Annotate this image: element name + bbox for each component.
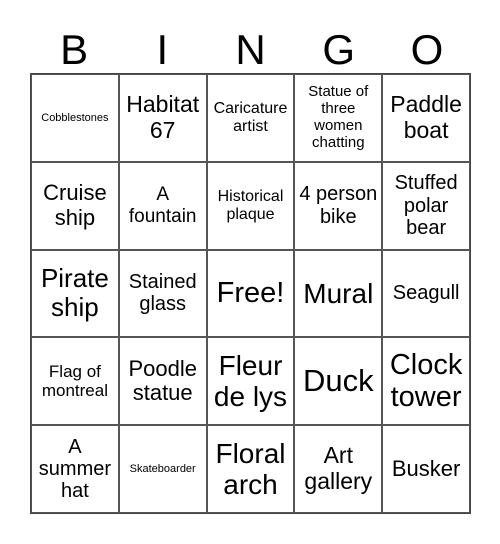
bingo-cell[interactable]: Paddle boat	[382, 74, 470, 162]
bingo-cell[interactable]: 4 person bike	[294, 161, 383, 250]
header-letter-n: N	[235, 26, 266, 73]
bingo-cell[interactable]: Cobblestones	[31, 74, 119, 162]
bingo-cell[interactable]: A summer hat	[31, 425, 119, 513]
cell-label: Flag of montreal	[41, 362, 108, 401]
header-letter-i: I	[156, 26, 169, 73]
bingo-cell[interactable]: Habitat 67	[118, 74, 207, 162]
bingo-cell[interactable]: Flag of montreal	[31, 337, 119, 426]
cell-label: Clock tower	[389, 348, 463, 414]
cell-label: Busker	[391, 455, 461, 481]
bingo-cell[interactable]: Fleur de lys	[206, 337, 295, 426]
bingo-header: B I N G O	[30, 28, 471, 72]
bingo-cell[interactable]: Cruise ship	[31, 161, 119, 250]
cell-label: Pirate ship	[40, 263, 109, 323]
bingo-cell[interactable]: Mural	[294, 249, 383, 338]
bingo-cell[interactable]: Stained glass	[118, 249, 207, 338]
header-letter-o: O	[410, 26, 444, 73]
cell-label: Cruise ship	[43, 180, 107, 230]
header-letter-g: G	[322, 26, 356, 73]
bingo-cell[interactable]: Duck	[294, 337, 383, 426]
bingo-cell[interactable]: Statue of three women chatting	[294, 74, 383, 162]
bingo-cell[interactable]: Busker	[382, 425, 470, 513]
bingo-cell[interactable]: Clock tower	[382, 337, 470, 426]
cell-label: A summer hat	[38, 435, 112, 503]
bingo-cell[interactable]: Art gallery	[294, 425, 383, 513]
bingo-cell[interactable]: Skateboarder	[118, 425, 207, 513]
cell-label: Stuffed polar bear	[394, 172, 458, 239]
cell-label: Duck	[302, 362, 374, 398]
cell-label: Fleur de lys	[213, 349, 288, 413]
cell-label: A fountain	[128, 184, 197, 227]
bingo-cell[interactable]: Poodle statue	[118, 337, 207, 426]
cell-label: Floral arch	[215, 437, 286, 501]
bingo-cell[interactable]: Seagull	[382, 249, 470, 338]
cell-label: Poodle statue	[128, 355, 197, 406]
header-letter-b: B	[60, 26, 89, 73]
cell-label: Cobblestones	[41, 111, 109, 124]
bingo-cell[interactable]: Pirate ship	[31, 249, 119, 338]
bingo-cell[interactable]: Historical plaque	[206, 161, 295, 250]
bingo-cell[interactable]: Stuffed polar bear	[382, 161, 470, 250]
cell-label: Habitat 67	[126, 91, 200, 143]
bingo-cell[interactable]: Caricature artist	[206, 74, 295, 162]
cell-label: Statue of three women chatting	[308, 83, 369, 151]
cell-label: Historical plaque	[217, 187, 284, 223]
cell-label: Art gallery	[304, 442, 373, 495]
cell-label: Caricature artist	[213, 99, 288, 135]
cell-label: Seagull	[392, 282, 460, 305]
bingo-cell[interactable]: Free!	[206, 249, 295, 338]
bingo-cell[interactable]: Floral arch	[206, 425, 295, 513]
cell-label: Stained glass	[128, 271, 197, 316]
cell-label: Mural	[303, 277, 374, 309]
cell-label: 4 person bike	[299, 183, 378, 228]
cell-label: Free!	[216, 277, 285, 310]
bingo-grid: Cobblestones Habitat 67 Caricature artist S…	[30, 73, 471, 514]
cell-label: Paddle boat	[390, 91, 462, 143]
bingo-cell[interactable]: A fountain	[118, 161, 207, 250]
cell-label: Skateboarder	[129, 462, 196, 475]
